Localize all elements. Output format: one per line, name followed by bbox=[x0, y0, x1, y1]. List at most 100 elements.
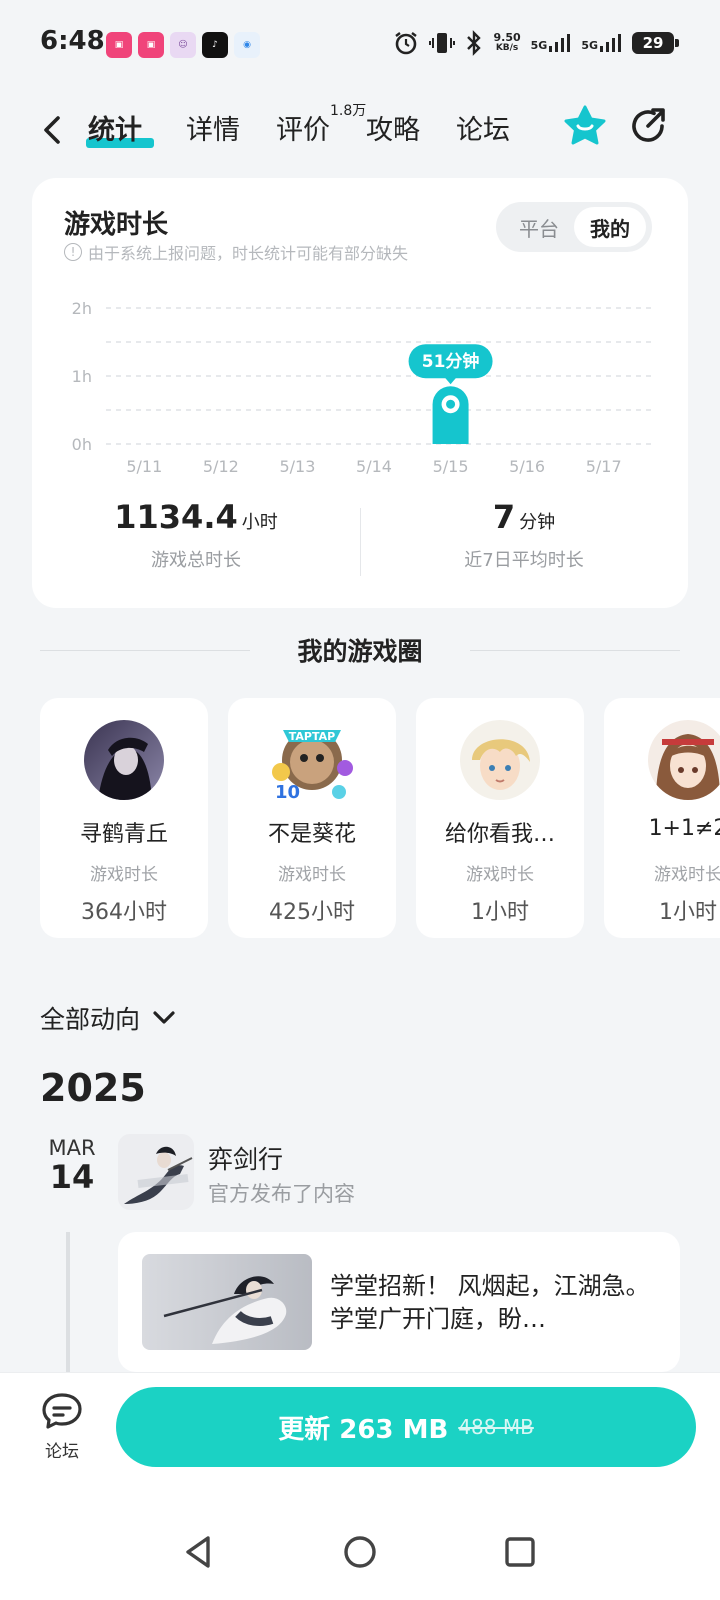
x-tick-label: 5/16 bbox=[509, 457, 545, 476]
playtime-title: 游戏时长 bbox=[64, 210, 169, 240]
status-bar: 6:48 ▣ ▣ ☺ ♪ ◉ 9.50 KB/s 5G 5G 29 bbox=[0, 0, 720, 90]
toggle-mine[interactable]: 我的 bbox=[574, 207, 646, 247]
top-nav: 统计 详情 评价 1.8万 攻略 论坛 bbox=[0, 100, 720, 160]
chevron-down-icon bbox=[153, 1011, 175, 1024]
activity-filter-dropdown[interactable]: 全部动向 bbox=[40, 1000, 176, 1036]
x-tick-label: 5/14 bbox=[356, 457, 392, 476]
game-circle-header: 我的游戏圈 bbox=[40, 630, 680, 670]
bar bbox=[432, 386, 469, 444]
friend-playtime-value: 425小时 bbox=[269, 900, 355, 925]
feed-date: MAR 14 bbox=[36, 1136, 108, 1194]
friend-name: 给你看我… bbox=[444, 822, 555, 847]
tooltip-pointer bbox=[444, 377, 457, 385]
share-icon[interactable] bbox=[626, 104, 670, 148]
friend-card[interactable]: 寻鹤青丘 游戏时长 364小时 bbox=[40, 698, 208, 938]
average-playtime: 7 分钟 近7日平均时长 bbox=[360, 498, 688, 572]
system-nav-bar bbox=[0, 1496, 720, 1600]
network-speed: 9.50 KB/s bbox=[493, 31, 521, 53]
svg-text:TAPTAP: TAPTAP bbox=[289, 730, 335, 743]
tab-forum[interactable]: 论坛 bbox=[456, 108, 510, 147]
tab-stats[interactable]: 统计 bbox=[88, 108, 142, 147]
signal-icon bbox=[549, 34, 571, 52]
notification-icons: ▣ ▣ ☺ ♪ ◉ bbox=[106, 32, 260, 58]
y-tick-label: 0h bbox=[72, 435, 92, 454]
friend-name: 寻鹤青丘 bbox=[79, 822, 168, 847]
app-notification-icon: ▣ bbox=[106, 32, 132, 58]
timeline-line bbox=[66, 1232, 70, 1372]
bar-marker-inner bbox=[446, 399, 456, 409]
review-count-badge: 1.8万 bbox=[330, 103, 367, 119]
avatar: TAPTAP 10 bbox=[272, 720, 353, 803]
feed-year: 2025 bbox=[40, 1066, 146, 1110]
update-label: 更新 263 MB bbox=[278, 1414, 449, 1445]
feed-post-card[interactable]: 学堂招新！ 风烟起，江湖急。 学堂广开门庭，盼… bbox=[118, 1232, 680, 1372]
info-icon: ! bbox=[64, 243, 82, 261]
friend-playtime-label: 游戏时长 bbox=[654, 865, 720, 885]
forum-label: 论坛 bbox=[45, 1442, 79, 1462]
forum-button[interactable]: 论坛 bbox=[34, 1391, 90, 1462]
average-playtime-unit: 分钟 bbox=[519, 512, 556, 533]
total-playtime-value: 1134.4 bbox=[114, 498, 238, 536]
playtime-card: 游戏时长 ! 由于系统上报问题，时长统计可能有部分缺失 平台 我的 0h 1h 2h… bbox=[32, 178, 688, 608]
friend-card[interactable]: 1+1≠2 游戏时长 1小时 bbox=[604, 698, 720, 938]
divider bbox=[470, 650, 680, 651]
friend-name: 不是葵花 bbox=[267, 822, 356, 847]
battery-icon: 29 bbox=[632, 32, 679, 54]
chevron-left-icon[interactable] bbox=[38, 110, 68, 150]
status-indicators: 9.50 KB/s 5G 5G 29 bbox=[393, 30, 679, 56]
tab-details[interactable]: 详情 bbox=[186, 108, 240, 147]
tab-reviews[interactable]: 评价 bbox=[276, 108, 330, 147]
vibrate-icon bbox=[429, 33, 456, 53]
friend-playtime-value: 364小时 bbox=[81, 900, 167, 925]
avatar bbox=[460, 720, 540, 800]
post-thumbnail bbox=[142, 1254, 312, 1350]
friend-playtime-value: 1小时 bbox=[471, 900, 529, 925]
x-tick-label: 5/13 bbox=[279, 457, 315, 476]
friend-card[interactable]: 给你看我… 游戏时长 1小时 bbox=[416, 698, 584, 938]
home-icon[interactable] bbox=[340, 1532, 380, 1572]
activity-filter-label: 全部动向 bbox=[40, 1005, 141, 1034]
update-button[interactable]: 更新 263 MB 488 MB bbox=[116, 1387, 696, 1467]
friend-playtime-label: 游戏时长 bbox=[278, 865, 346, 885]
tab-guides[interactable]: 攻略 bbox=[366, 108, 420, 147]
back-icon[interactable] bbox=[180, 1532, 220, 1572]
alarm-icon bbox=[395, 32, 418, 55]
y-tick-label: 2h bbox=[72, 299, 92, 318]
status-time: 6:48 bbox=[40, 26, 105, 56]
signal-icon bbox=[600, 34, 621, 52]
playtime-note: ! 由于系统上报问题，时长统计可能有部分缺失 bbox=[64, 240, 408, 264]
total-playtime: 1134.4 小时 游戏总时长 bbox=[32, 498, 360, 572]
avatar bbox=[84, 720, 164, 800]
star-face-icon[interactable] bbox=[562, 104, 608, 150]
friend-name: 1+1≠2 bbox=[648, 816, 720, 841]
signal-2: 5G bbox=[581, 34, 622, 52]
tiktok-icon: ♪ bbox=[202, 32, 228, 58]
feed-day: 14 bbox=[49, 1158, 95, 1196]
recents-icon[interactable] bbox=[500, 1532, 540, 1572]
friend-playtime-value: 1小时 bbox=[659, 900, 717, 925]
total-playtime-label: 游戏总时长 bbox=[151, 550, 241, 571]
feed-month: MAR bbox=[48, 1136, 96, 1160]
x-tick-label: 5/15 bbox=[433, 457, 469, 476]
friend-playtime-label: 游戏时长 bbox=[466, 865, 534, 885]
total-playtime-unit: 小时 bbox=[241, 512, 278, 533]
x-tick-label: 5/12 bbox=[203, 457, 239, 476]
app-notification-icon: ▣ bbox=[138, 32, 164, 58]
app-notification-icon: ☺ bbox=[170, 32, 196, 58]
game-icon[interactable] bbox=[118, 1134, 194, 1210]
average-playtime-label: 近7日平均时长 bbox=[464, 550, 584, 571]
friend-card[interactable]: TAPTAP 10 不是葵花 游戏时长 425小时 bbox=[228, 698, 396, 938]
playtime-chart: 0h 1h 2h 5/11 5/12 5/13 5/14 5/15 5/16 5/17 51分钟 bbox=[72, 299, 656, 476]
feed-subtitle: 官方发布了内容 bbox=[208, 1182, 355, 1206]
average-playtime-value: 7 bbox=[492, 498, 516, 536]
x-tick-label: 5/17 bbox=[586, 457, 622, 476]
svg-text:10: 10 bbox=[275, 782, 300, 802]
bottom-action-bar: 论坛 更新 263 MB 488 MB bbox=[0, 1372, 720, 1496]
toggle-platform[interactable]: 平台 bbox=[504, 207, 574, 247]
feed-game-name[interactable]: 弈剑行 bbox=[208, 1140, 283, 1176]
bluetooth-icon bbox=[467, 30, 482, 56]
x-tick-label: 5/11 bbox=[126, 457, 162, 476]
avatar bbox=[648, 720, 720, 800]
signal-1: 5G bbox=[531, 34, 572, 52]
tooltip-label: 51分钟 bbox=[422, 351, 480, 372]
